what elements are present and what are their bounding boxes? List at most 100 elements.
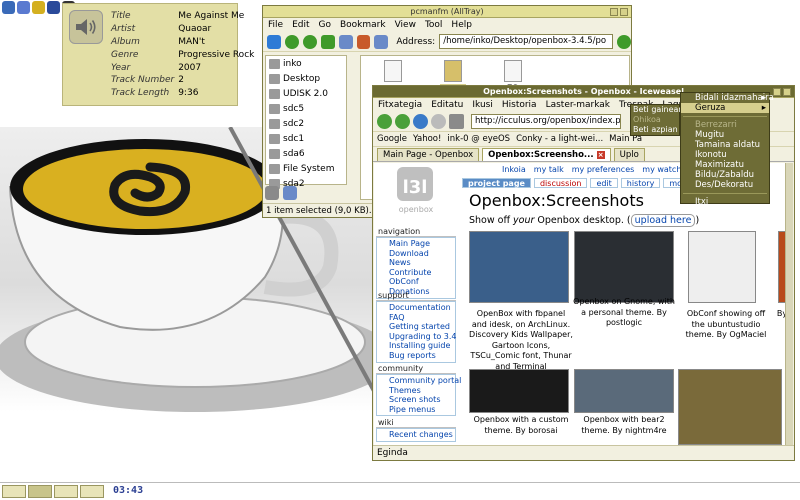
nav-link[interactable]: Documentation xyxy=(389,303,455,313)
page-tab[interactable]: discussion xyxy=(533,178,588,188)
sidebar-item[interactable]: UDISK 2.0 xyxy=(266,86,346,101)
menu-item-fitxategia[interactable]: Fitxategia xyxy=(378,100,422,110)
menu-item-go[interactable]: Go xyxy=(319,20,331,30)
bookmark-item[interactable]: ink-0 @ eyeOS xyxy=(447,134,510,144)
screenshot-thumb[interactable] xyxy=(574,369,674,413)
new-tab-icon[interactable] xyxy=(267,34,281,49)
nav-link[interactable]: ObConf xyxy=(389,277,455,287)
bookmark-item[interactable]: Conky - a light-wei... xyxy=(516,134,603,144)
home-icon[interactable] xyxy=(449,114,464,129)
back-icon[interactable] xyxy=(377,114,392,129)
stop-icon[interactable] xyxy=(431,114,446,129)
personal-link[interactable]: my talk xyxy=(534,165,564,174)
nav-link[interactable]: Themes xyxy=(389,386,455,396)
minimize-button[interactable] xyxy=(773,88,781,96)
tab-1[interactable]: Openbox:Screensho... × xyxy=(482,148,611,161)
context-menu-item[interactable]: Berrezarri xyxy=(681,120,769,130)
desktop-1[interactable] xyxy=(2,485,26,498)
page-tab[interactable]: edit xyxy=(590,178,618,188)
reload-icon[interactable] xyxy=(338,34,353,49)
nav-link[interactable]: Bug reports xyxy=(389,351,455,361)
sidebar-item[interactable]: sdc1 xyxy=(266,131,346,146)
sidebar-item[interactable]: sdc2 xyxy=(266,116,346,131)
sidebar-item[interactable]: sda6 xyxy=(266,146,346,161)
nav-link[interactable]: Recent changes xyxy=(389,430,455,440)
screenshot-thumb[interactable] xyxy=(688,231,756,303)
menu-item-editatu[interactable]: Editatu xyxy=(431,100,463,110)
page-tab[interactable]: project page xyxy=(462,178,531,188)
context-menu-item[interactable]: Mugitu xyxy=(681,130,769,140)
tab-2[interactable]: Uplo xyxy=(613,148,645,161)
submenu-item[interactable]: Beti azpian xyxy=(631,125,679,135)
nav-link[interactable]: Getting started xyxy=(389,322,455,332)
bookmark-item[interactable]: Google xyxy=(377,134,407,144)
context-menu-item[interactable]: Geruza ▸ xyxy=(681,103,769,113)
minimize-button[interactable] xyxy=(610,8,618,16)
context-menu-item[interactable]: Ikonotu xyxy=(681,150,769,160)
personal-link[interactable]: my preferences xyxy=(572,165,635,174)
sidebar-item[interactable]: Desktop xyxy=(266,71,346,86)
home-icon[interactable] xyxy=(356,34,371,49)
menu-item-help[interactable]: Help xyxy=(451,20,472,30)
go-icon[interactable] xyxy=(617,34,631,49)
tree-toggle-icon[interactable] xyxy=(283,186,297,200)
url-input[interactable]: http://icculus.org/openbox/index.p xyxy=(471,114,621,129)
tab-close-icon[interactable]: × xyxy=(596,151,605,159)
folder-icon[interactable] xyxy=(374,34,389,49)
context-menu-item[interactable]: Tamaina aldatu xyxy=(681,140,769,150)
bookmark-item[interactable]: Yahoo! xyxy=(413,134,441,144)
nav-link[interactable]: Installing guide xyxy=(389,341,455,351)
forward-icon[interactable] xyxy=(395,114,410,129)
context-menu-item[interactable]: Des/Dekoratu xyxy=(681,180,769,190)
menu-item-historia[interactable]: Historia xyxy=(502,100,537,110)
sidebar-item[interactable]: sdc5 xyxy=(266,101,346,116)
screenshot-thumb[interactable] xyxy=(574,231,674,303)
screenshot-thumb[interactable] xyxy=(469,369,569,413)
desktop-3[interactable] xyxy=(54,485,78,498)
nav-link[interactable]: FAQ xyxy=(389,313,455,323)
menu-item-view[interactable]: View xyxy=(395,20,416,30)
up-icon[interactable] xyxy=(320,34,335,49)
home-icon[interactable] xyxy=(2,1,15,14)
nav-link[interactable]: Contribute xyxy=(389,268,455,278)
nav-link[interactable]: Pipe menus xyxy=(389,405,455,415)
menu-item-tool[interactable]: Tool xyxy=(425,20,442,30)
screenshot-thumb[interactable] xyxy=(678,369,782,445)
desktop-4[interactable] xyxy=(80,485,104,498)
menu-item-file[interactable]: File xyxy=(268,20,283,30)
menu-item-bookmark[interactable]: Bookmark xyxy=(340,20,386,30)
personal-link[interactable]: Inkoia xyxy=(502,165,526,174)
people-icon[interactable] xyxy=(17,1,30,14)
desktop-2[interactable] xyxy=(28,485,52,498)
menu-item-laster-markak[interactable]: Laster-markak xyxy=(546,100,610,110)
address-input[interactable]: /home/inko/Desktop/openbox-3.4.5/po xyxy=(439,34,614,49)
file-manager-titlebar[interactable]: pcmanfm (AllTray) xyxy=(263,6,631,18)
places-toggle-icon[interactable] xyxy=(265,186,279,200)
reload-icon[interactable] xyxy=(413,114,428,129)
nav-link[interactable]: News xyxy=(389,258,455,268)
tab-0[interactable]: Main Page - Openbox xyxy=(377,148,480,161)
nav-link[interactable]: Download xyxy=(389,249,455,259)
context-menu-item[interactable]: Bidali idazmahaira ▸ xyxy=(681,93,774,103)
pencil-icon[interactable] xyxy=(32,1,45,14)
menu-item-ikusi[interactable]: Ikusi xyxy=(472,100,492,110)
submenu-item[interactable]: Ohikoa xyxy=(631,115,679,125)
nav-link[interactable]: Upgrading to 3.4 xyxy=(389,332,457,342)
close-button[interactable] xyxy=(620,8,628,16)
nav-link[interactable]: Community portal xyxy=(389,376,461,386)
sidebar-item[interactable]: inko xyxy=(266,56,346,71)
close-button[interactable] xyxy=(783,88,791,96)
upload-link[interactable]: upload here xyxy=(630,214,696,227)
page-tab[interactable]: history xyxy=(620,178,661,188)
submenu-item[interactable]: Beti gainean xyxy=(631,105,683,115)
nav-link[interactable]: Screen shots xyxy=(389,395,455,405)
menu-item-edit[interactable]: Edit xyxy=(292,20,309,30)
back-icon[interactable] xyxy=(284,34,299,49)
nav-link[interactable]: Main Page xyxy=(389,239,455,249)
screenshot-thumb[interactable] xyxy=(469,231,569,303)
help-icon[interactable] xyxy=(47,1,60,14)
vertical-scrollbar[interactable] xyxy=(785,163,793,445)
context-menu-item[interactable]: Itxi xyxy=(681,197,769,207)
sidebar-item[interactable]: File System xyxy=(266,161,346,176)
forward-icon[interactable] xyxy=(302,34,317,49)
